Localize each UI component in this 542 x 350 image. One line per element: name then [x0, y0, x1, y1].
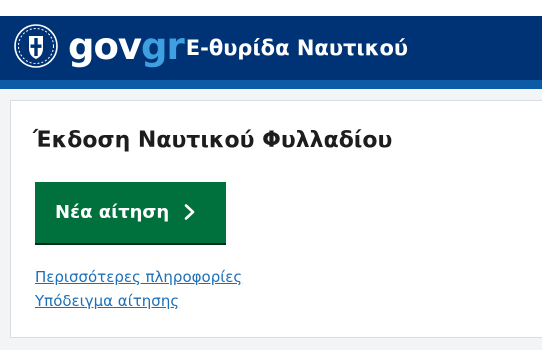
logo-gov-text: gov [68, 24, 142, 68]
more-information-link[interactable]: Περισσότερες πληροφορίες [35, 268, 242, 286]
new-application-button[interactable]: Νέα αίτηση [35, 182, 226, 243]
greek-coat-of-arms-icon [14, 24, 58, 68]
page-title: Έκδοση Ναυτικού Φυλλαδίου [33, 128, 393, 153]
service-name: E-θυρίδα Ναυτικού [185, 36, 409, 60]
brand-logo[interactable]: gov gr E-θυρίδα Ναυτικού [68, 22, 408, 70]
top-strip [0, 0, 542, 16]
header-bottom-bar [0, 80, 542, 89]
logo-gr-text: gr [141, 24, 185, 68]
new-application-button-label: Νέα αίτηση [55, 202, 170, 223]
chevron-right-icon [184, 204, 195, 220]
application-template-link[interactable]: Υπόδειγμα αίτησης [35, 292, 179, 310]
